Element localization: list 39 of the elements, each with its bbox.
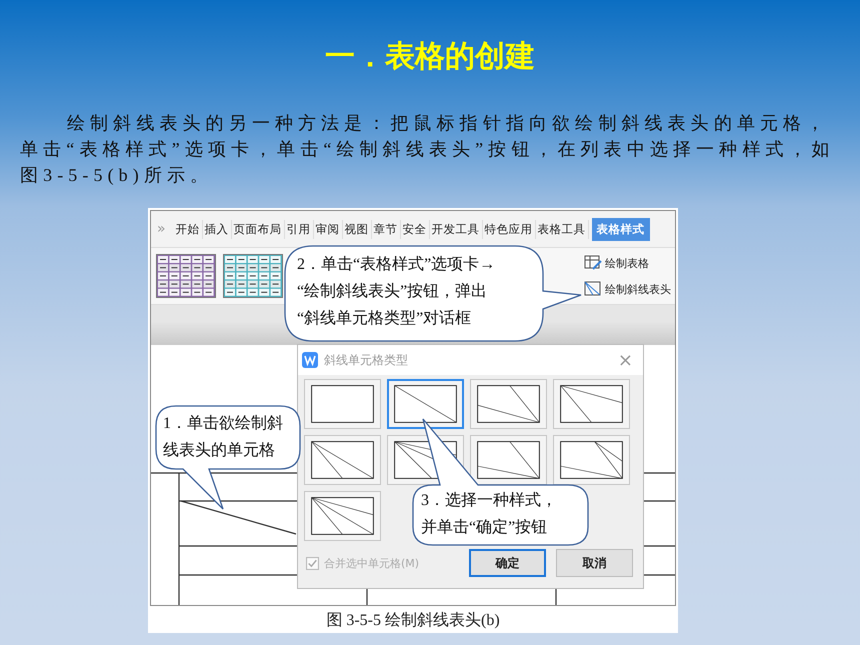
table-style-icon[interactable]: [223, 254, 283, 298]
callout-text: 并单击“确定”按钮: [421, 518, 548, 538]
diagonal-style-option[interactable]: [304, 379, 381, 429]
ok-button[interactable]: 确定: [469, 549, 546, 577]
diagonal-style-option[interactable]: [470, 435, 547, 485]
diagonal-style-option[interactable]: [470, 379, 547, 429]
ribbon-tab[interactable]: 开发工具: [430, 220, 483, 238]
diagonal-style-option[interactable]: [304, 491, 381, 541]
ribbon-tab[interactable]: 审阅: [314, 220, 343, 238]
diagonal-style-option[interactable]: [553, 435, 630, 485]
ribbon-tab[interactable]: 视图: [342, 220, 372, 238]
ribbon-tab[interactable]: 引用: [284, 220, 314, 238]
callout-text: “斜线单元格类型”对话框: [297, 308, 472, 329]
slide-title: 一．表格的创建: [324, 38, 536, 76]
callout-text: 线表头的单元格: [163, 440, 275, 461]
ribbon-tab[interactable]: 表格工具: [536, 220, 589, 238]
diagonal-cell-icon: [584, 281, 602, 297]
diagonal-style-option[interactable]: [553, 379, 630, 429]
table-pencil-icon: [584, 255, 602, 271]
ribbon-tab[interactable]: 特色应用: [482, 220, 536, 238]
draw-table-button[interactable]: 绘制表格: [584, 255, 671, 271]
ribbon-tab[interactable]: 页面布局: [232, 220, 285, 238]
app-logo-icon: [302, 352, 318, 368]
ribbon-tab[interactable]: 开始: [174, 220, 203, 238]
cancel-button[interactable]: 取消: [556, 549, 633, 577]
draw-diagonal-header-button[interactable]: 绘制斜线表头: [584, 281, 671, 297]
ribbon-tab[interactable]: 章节: [372, 220, 401, 238]
callout-text: 2．单击“表格样式”选项卡→: [297, 254, 496, 275]
body-paragraph: 绘制斜线表头的另一种方法是：把鼠标指针指向欲绘制斜线表头的单元格，单击“表格样式”选项卡，单击“绘制斜线表头”按钮，在列表中选择一种样式，如图3-5-5(b)所示。: [20, 112, 836, 187]
dialog-title: 斜线单元格类型: [324, 352, 408, 368]
callout-text: 3．选择一种样式，: [421, 490, 557, 511]
callout-text: “绘制斜线表头”按钮，弹出: [297, 282, 488, 302]
figure-caption: 图 3-5-5 绘制斜线表头(b): [325, 610, 501, 631]
diagonal-style-option[interactable]: [387, 379, 464, 429]
table-style-icon[interactable]: [156, 254, 216, 298]
callout-text: 1．单击欲绘制斜: [163, 414, 283, 434]
ribbon-tab[interactable]: 插入: [202, 220, 232, 238]
diagonal-style-option[interactable]: [304, 435, 381, 485]
ribbon-tab[interactable]: 安全: [400, 220, 430, 238]
